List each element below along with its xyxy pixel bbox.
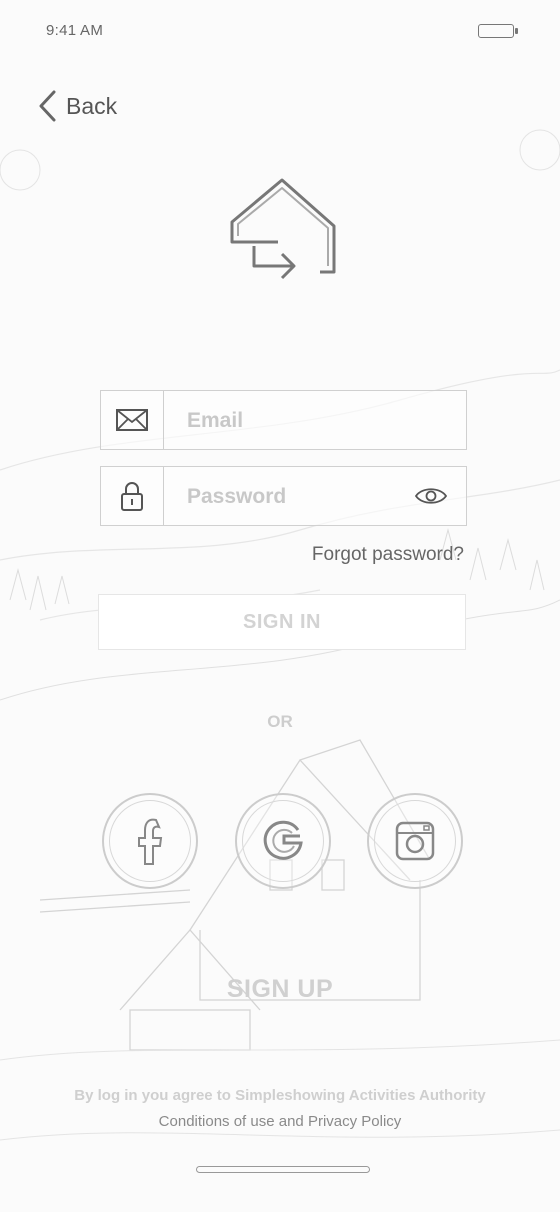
conditions-of-use-link[interactable]: Conditions of use: [159, 1113, 275, 1130]
battery-icon: [478, 24, 518, 38]
sign-in-label: SIGN IN: [243, 610, 321, 633]
status-time: 9:41 AM: [46, 22, 104, 39]
facebook-login-button[interactable]: [102, 793, 198, 889]
instagram-icon: [395, 821, 435, 861]
privacy-policy-link[interactable]: Privacy Policy: [308, 1113, 401, 1130]
facebook-icon: [138, 818, 163, 865]
password-icon-box: [101, 467, 164, 525]
sign-in-button[interactable]: SIGN IN: [98, 594, 466, 650]
terms-links: Conditions of use and Privacy Policy: [0, 1113, 560, 1130]
sign-up-button[interactable]: SIGN UP: [0, 975, 560, 1004]
password-field: [100, 466, 467, 526]
forgot-password-link[interactable]: Forgot password?: [312, 544, 464, 566]
back-button[interactable]: Back: [36, 86, 117, 126]
email-field: [100, 390, 467, 450]
envelope-icon: [116, 409, 148, 431]
or-divider: OR: [267, 712, 293, 731]
home-indicator[interactable]: [196, 1166, 370, 1173]
back-label: Back: [66, 92, 118, 119]
lock-icon: [121, 482, 143, 511]
app-logo-icon: [230, 178, 336, 280]
email-input[interactable]: [185, 401, 399, 441]
and-text: and: [278, 1113, 304, 1130]
instagram-login-button[interactable]: [367, 793, 463, 889]
agreement-text: By log in you agree to Simpleshowing Act…: [74, 1087, 486, 1104]
chevron-left-icon: [39, 90, 56, 122]
google-icon: [263, 820, 303, 860]
eye-icon[interactable]: [414, 484, 448, 508]
password-input[interactable]: [185, 477, 399, 517]
email-icon-box: [101, 391, 164, 449]
google-login-button[interactable]: [235, 793, 331, 889]
